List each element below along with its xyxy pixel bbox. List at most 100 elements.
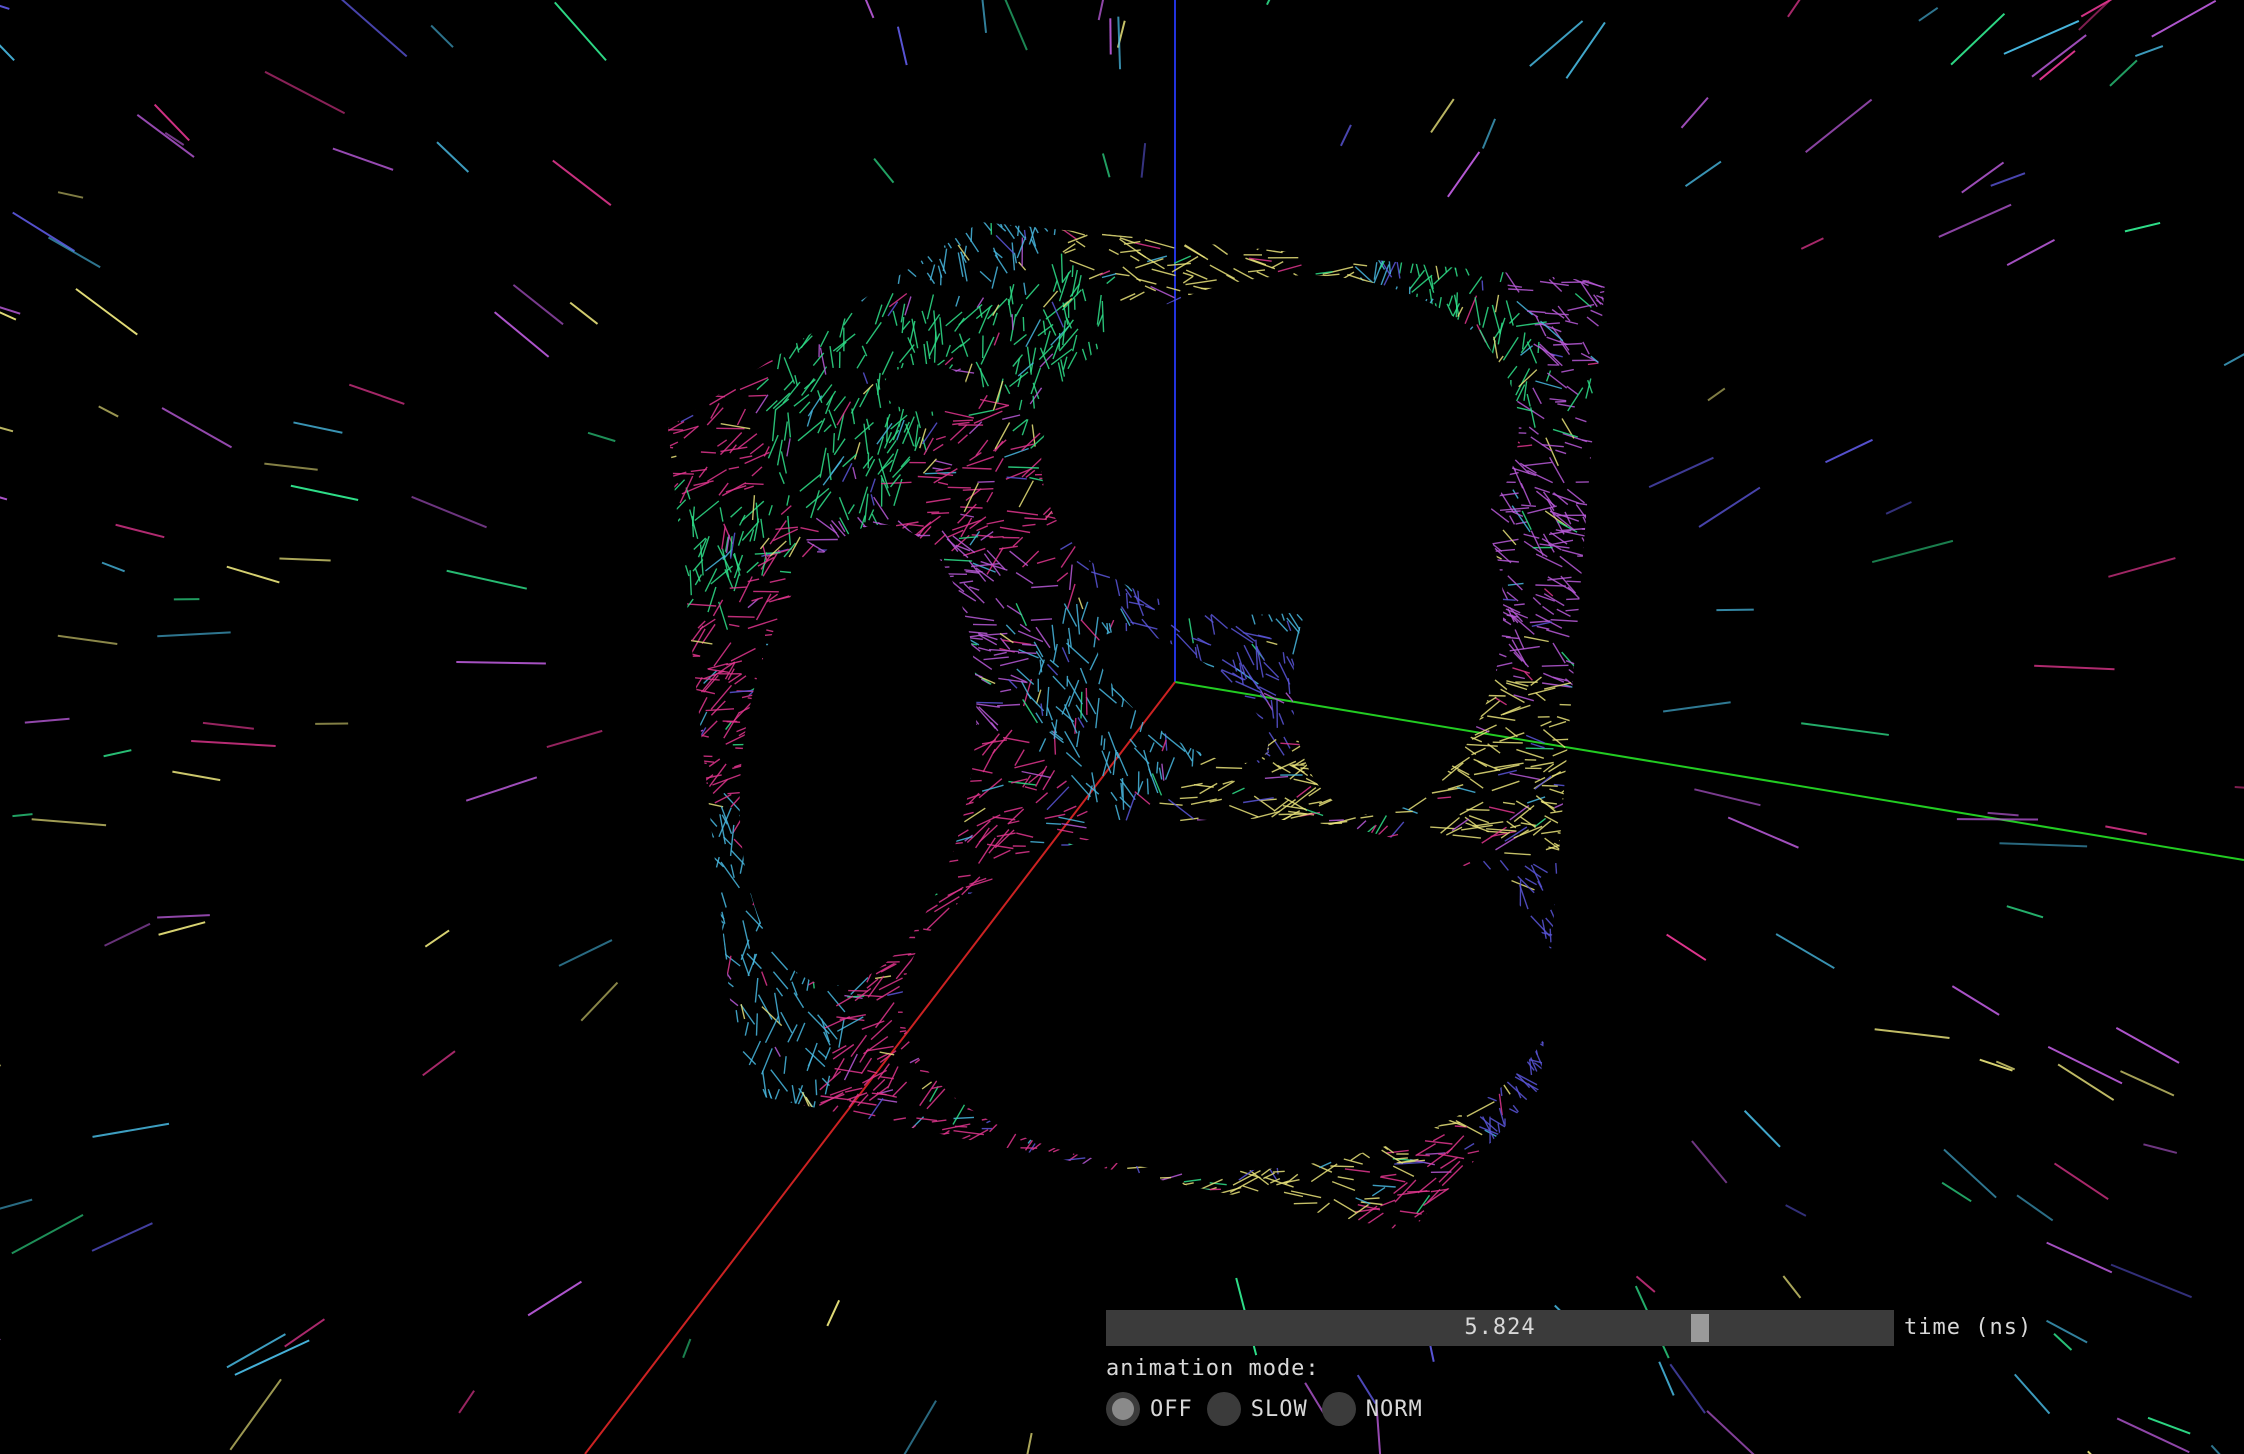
spin-vector <box>861 1020 885 1030</box>
spin-vector <box>872 1078 886 1092</box>
spin-vector <box>804 807 816 814</box>
spin-vector <box>1004 1023 1031 1027</box>
spin-vector <box>1379 1176 1406 1183</box>
spin-vector <box>769 540 787 557</box>
spin-vector <box>816 1208 839 1222</box>
spin-vector <box>1048 972 1059 984</box>
spin-vector <box>748 1040 762 1066</box>
spin-vector <box>713 276 736 279</box>
spin-vector <box>744 482 764 485</box>
spin-vector <box>1377 932 1386 949</box>
spin-vector <box>1046 707 1053 721</box>
spin-vector <box>669 993 686 1011</box>
spin-vector <box>1938 203 2012 238</box>
spin-vector <box>1177 1222 1201 1227</box>
spin-vector <box>674 846 678 873</box>
spin-vector <box>1474 449 1477 463</box>
spin-vector <box>862 1181 875 1189</box>
spin-vector <box>1243 994 1249 1012</box>
spin-vector <box>1365 992 1371 1007</box>
spin-vector <box>773 848 796 852</box>
spin-vector <box>838 714 848 724</box>
spin-vector <box>949 1226 969 1232</box>
spin-vector <box>1373 1239 1385 1259</box>
spin-vector <box>1581 1116 1587 1148</box>
spin-vector <box>819 330 830 348</box>
spin-vector <box>1245 595 1256 625</box>
spin-vector <box>668 253 688 266</box>
spin-vector <box>1582 646 1591 656</box>
spin-vector <box>1170 691 1183 712</box>
spin-vector <box>1430 826 1456 830</box>
spin-vector <box>1571 1026 1580 1050</box>
spin-vector <box>1301 502 1310 518</box>
spin-vector <box>1258 305 1272 310</box>
spin-vector <box>672 340 698 353</box>
spin-vector <box>887 567 912 577</box>
spin-visualization-canvas[interactable] <box>0 0 2244 1454</box>
spin-vector <box>794 747 813 772</box>
spin-vector <box>1477 999 1481 1021</box>
spin-vector <box>789 1202 809 1209</box>
spin-vector <box>1063 805 1077 813</box>
spin-vector <box>799 251 804 270</box>
spin-vector <box>668 1095 674 1106</box>
spin-vector <box>1371 1186 1386 1197</box>
spin-vector <box>953 681 968 684</box>
spin-vector <box>1596 299 1605 310</box>
spin-vector <box>1017 1012 1029 1031</box>
spin-vector <box>1571 991 1581 998</box>
spin-vector <box>1164 757 1175 780</box>
spin-vector <box>1572 680 1582 694</box>
spin-vector <box>668 791 688 794</box>
spin-vector <box>1093 468 1099 491</box>
spin-vector <box>1549 217 1571 221</box>
spin-vector <box>1224 985 1236 1000</box>
spin-vector <box>1130 222 1156 227</box>
spin-vector <box>789 846 810 849</box>
spin-vector <box>1116 1057 1121 1070</box>
spin-vector <box>756 314 774 338</box>
spin-vector <box>1462 675 1489 696</box>
spin-vector <box>863 874 893 877</box>
spin-vector <box>681 299 697 308</box>
spin-vector <box>1207 1113 1240 1121</box>
spin-vector <box>1000 1239 1022 1244</box>
spin-vector <box>994 829 1015 849</box>
spin-vector <box>1743 1110 1781 1148</box>
spin-vector <box>668 966 670 977</box>
spin-vector <box>1387 648 1402 659</box>
spin-vector <box>861 1162 885 1176</box>
spin-vector <box>1494 294 1500 313</box>
spin-vector <box>1464 1142 1475 1150</box>
spin-vector <box>805 676 835 688</box>
spin-vector <box>846 587 865 591</box>
spin-vector <box>889 1202 915 1211</box>
spin-vector <box>736 408 747 426</box>
spin-vector <box>1521 332 1526 350</box>
spin-vector <box>1422 773 1444 782</box>
spin-vector <box>1413 862 1439 869</box>
spin-vector <box>1183 338 1202 345</box>
spin-vector <box>671 942 674 969</box>
spin-vector <box>659 227 667 243</box>
spin-vector <box>754 1100 775 1127</box>
spin-vector <box>1540 1238 1550 1257</box>
spin-vector <box>1468 476 1485 497</box>
spin-vector <box>998 545 1018 550</box>
spin-vector <box>779 1142 784 1162</box>
spin-vector <box>1415 539 1434 543</box>
spin-vector <box>1031 584 1059 589</box>
spin-vector <box>774 1046 781 1057</box>
spin-vector <box>1061 289 1082 311</box>
spin-vector <box>671 282 686 286</box>
spin-vector <box>1473 343 1485 366</box>
spin-vector <box>1483 1237 1502 1262</box>
spin-vector <box>1319 1161 1332 1169</box>
spin-vector <box>1575 504 1588 520</box>
spin-vector <box>960 1219 979 1229</box>
spin-vector <box>1452 834 1481 839</box>
spin-vector <box>860 243 876 271</box>
spin-vector <box>859 887 878 896</box>
spin-vector <box>264 462 318 471</box>
